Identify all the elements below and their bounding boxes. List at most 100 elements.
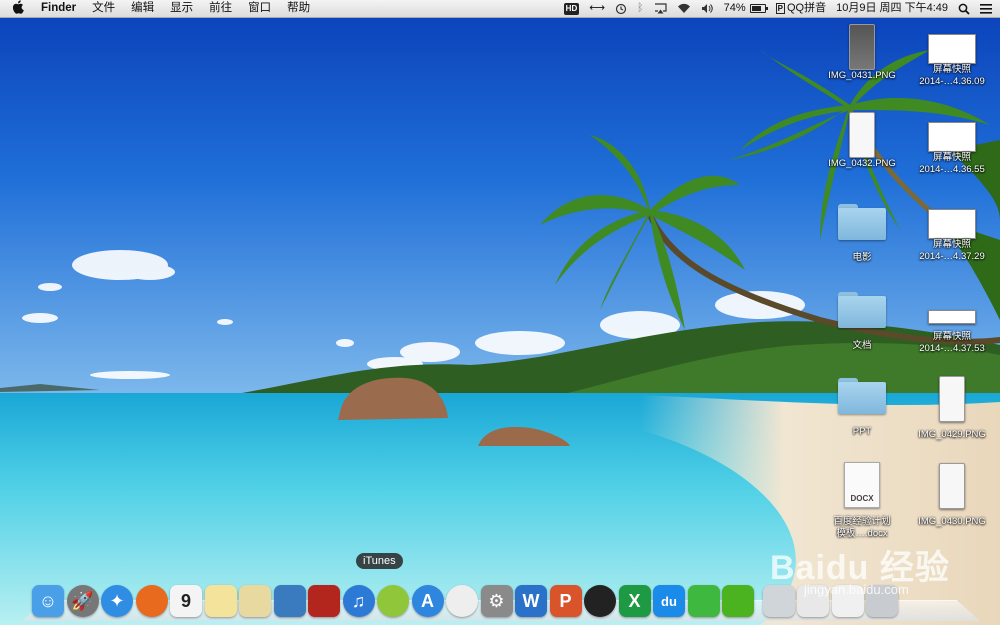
menu-app-name[interactable]: Finder (33, 0, 84, 17)
folder-icon (838, 292, 886, 328)
excel-icon[interactable]: X (618, 585, 651, 617)
hd-label: HD (563, 2, 580, 15)
screenshot-thumbnail-icon (928, 209, 976, 239)
photo-booth-icon[interactable] (308, 585, 340, 617)
desktop-icon-label: 屏幕快照 (932, 239, 971, 250)
menu-view[interactable]: 显示 (162, 0, 201, 17)
trash-icon[interactable] (866, 585, 898, 617)
firefox-icon[interactable] (135, 585, 168, 617)
desktop-file-screenshot-2[interactable]: 屏幕快照 2014-…4.36.55 (908, 122, 996, 176)
airplay-icon[interactable] (649, 0, 672, 17)
desktop-icon-sublabel: 模板….docx (836, 528, 888, 539)
menu-file[interactable]: 文件 (84, 0, 123, 17)
image-thumbnail-icon (849, 24, 875, 70)
battery-percent: 74% (723, 2, 746, 14)
wifi-icon[interactable] (672, 0, 696, 17)
word-icon[interactable]: W (515, 585, 547, 617)
desktop-folder-ppt[interactable]: PPT (818, 378, 906, 438)
notes-icon[interactable] (204, 585, 237, 617)
desktop-file-screenshot-4[interactable]: 屏幕快照 2014-…4.37.53 (908, 296, 996, 355)
folder-icon (838, 204, 886, 240)
qq-icon[interactable] (584, 585, 616, 617)
folder-icon (838, 378, 886, 414)
input-method[interactable]: P QQ拼音 (771, 0, 831, 17)
dock-icon-glyph: A (421, 590, 434, 611)
desktop-folder-movies[interactable]: 电影 (818, 204, 906, 264)
desktop-file-img-0429[interactable]: IMG_0429.PNG (908, 376, 996, 441)
desktop-icon-sublabel: 2014-…4.36.09 (919, 76, 985, 87)
wechat-icon[interactable] (687, 585, 720, 617)
itunes-icon[interactable]: ♫ (342, 585, 375, 617)
screenshot-stack-icon[interactable] (831, 585, 864, 617)
hd-icon[interactable]: HD (559, 0, 585, 17)
desktop-icon-sublabel: 2014-…4.37.29 (919, 251, 985, 262)
desktop-folder-documents[interactable]: 文档 (818, 292, 906, 352)
desktop-icon-label: 百度经验计划 (833, 516, 891, 527)
docx-badge: DOCX (850, 494, 874, 503)
dock-icon-glyph: 9 (180, 590, 191, 611)
desktop-file-docx[interactable]: DOCX 百度经验计划 模板….docx (818, 462, 906, 540)
desktop-icon-sublabel: 2014-…4.37.53 (919, 343, 985, 354)
bluetooth-icon[interactable]: ᛒ (632, 0, 649, 17)
dock-icon-glyph: P (559, 590, 572, 611)
menu-window[interactable]: 窗口 (240, 0, 279, 17)
dock: ☺ 🚀 ✦ 9 ♫ A ⚙ W P Xdu (32, 581, 901, 617)
desktop-icon-label: IMG_0429.PNG (918, 429, 986, 440)
status-area: HD ⟷ ᛒ 74% P QQ拼音 10月9日 周四 下午4:49 (559, 0, 1000, 17)
desktop-icon-label: 屏幕快照 (932, 331, 971, 342)
system-preferences-icon[interactable]: ⚙ (480, 585, 513, 617)
desktop-file-img-0430[interactable]: IMG_0430.PNG (908, 463, 996, 528)
iphoto-icon[interactable] (273, 585, 306, 617)
music-app-icon[interactable] (377, 585, 409, 617)
iqiyi-icon[interactable] (722, 585, 754, 617)
dock-icon-glyph: du (661, 593, 677, 609)
screenshot-thumbnail-icon (928, 122, 976, 152)
clock[interactable]: 10月9日 周四 下午4:49 (831, 0, 953, 17)
battery-status[interactable]: 74% (719, 0, 771, 17)
input-method-label: QQ拼音 (787, 2, 827, 14)
dock-icon-glyph: ♫ (351, 590, 366, 611)
desktop-icon-label: IMG_0430.PNG (918, 516, 986, 527)
preview-icon[interactable] (239, 585, 271, 617)
menu-edit[interactable]: 编辑 (123, 0, 162, 17)
migration-icon[interactable] (446, 585, 478, 617)
desktop-icon-label: PPT (852, 426, 872, 437)
desktop-file-screenshot-1[interactable]: 屏幕快照 2014-…4.36.09 (908, 34, 996, 88)
desktop-file-screenshot-3[interactable]: 屏幕快照 2014-…4.37.29 (908, 209, 996, 263)
image-thumbnail-icon (939, 376, 965, 422)
apple-menu-icon[interactable] (0, 0, 33, 17)
menu-help[interactable]: 帮助 (279, 0, 318, 17)
finder-icon[interactable]: ☺ (32, 585, 64, 617)
dock-icon-glyph: ☺ (38, 590, 58, 611)
menu-go[interactable]: 前往 (201, 0, 240, 17)
time-machine-icon[interactable] (610, 0, 632, 17)
menu-bar: Finder 文件 编辑 显示 前往 窗口 帮助 HD ⟷ ᛒ 74% P QQ… (0, 0, 1000, 18)
app-store-icon[interactable]: A (411, 585, 444, 617)
image-thumbnail-icon (849, 112, 875, 158)
volume-icon[interactable] (696, 0, 719, 17)
safari-icon[interactable]: ✦ (101, 585, 133, 617)
desktop-file-img-0432[interactable]: IMG_0432.PNG (818, 112, 906, 170)
image-thumbnail-icon (939, 463, 965, 509)
battery-fill (751, 6, 761, 11)
dock-icon-glyph: 🚀 (71, 590, 94, 611)
baidu-cloud-icon[interactable]: du (653, 585, 685, 617)
screenshot-thumbnail-icon (928, 310, 976, 324)
desktop-icon-sublabel: 2014-…4.36.55 (919, 164, 985, 175)
screenshot-thumbnail-icon (928, 34, 976, 64)
documents-stack-icon[interactable] (797, 585, 829, 617)
downloads-stack-icon[interactable] (762, 585, 795, 617)
desktop-icon-label: 电影 (852, 252, 872, 263)
dock-tooltip: iTunes (356, 553, 403, 569)
swap-arrows-icon[interactable]: ⟷ (584, 0, 610, 17)
launchpad-icon[interactable]: 🚀 (66, 585, 99, 617)
calendar-icon[interactable]: 9 (170, 585, 202, 617)
dock-icon-glyph: W (522, 590, 540, 611)
desktop-file-img-0431[interactable]: IMG_0431.PNG (818, 24, 906, 82)
powerpoint-icon[interactable]: P (549, 585, 582, 617)
dock-icon-glyph: ⚙ (488, 590, 505, 611)
desktop-icon-label: IMG_0431.PNG (828, 70, 896, 81)
notification-center-icon[interactable] (975, 0, 1000, 17)
spotlight-search-icon[interactable] (953, 0, 975, 17)
dock-icon-glyph: ✦ (109, 590, 125, 611)
